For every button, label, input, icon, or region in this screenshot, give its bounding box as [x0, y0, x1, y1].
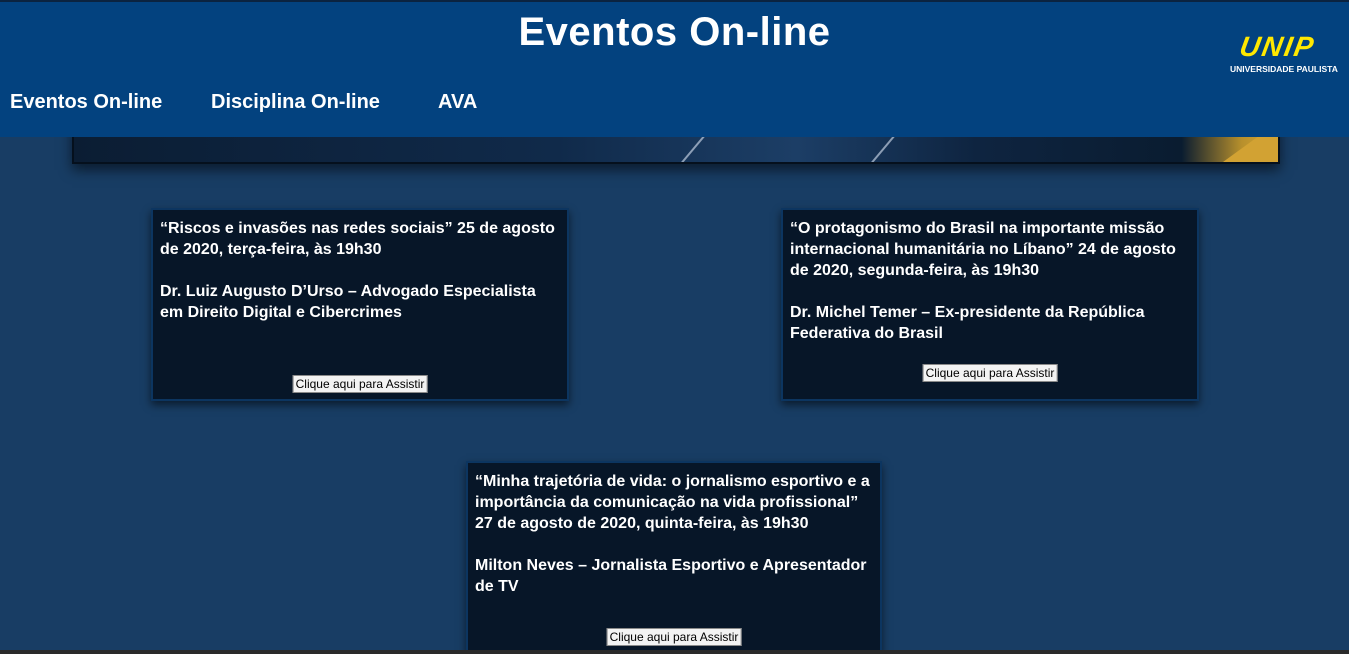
page-title: Eventos On-line: [518, 10, 831, 54]
event-title: “Minha trajetória de vida: o jornalismo …: [475, 473, 870, 532]
nav-link-eventos-online[interactable]: Eventos On-line: [10, 88, 162, 116]
nav-link-disciplina-online[interactable]: Disciplina On-line: [211, 88, 380, 116]
site-header: Eventos On-line Eventos On-line Discipli…: [0, 0, 1349, 137]
event-card: “O protagonismo do Brasil na importante …: [781, 208, 1199, 401]
bottom-edge: [0, 650, 1349, 654]
unip-logo[interactable]: UNIP UNIVERSIDADE PAULISTA: [1230, 31, 1349, 76]
event-speaker: Milton Neves – Jornalista Esportivo e Ap…: [475, 557, 867, 595]
event-card: “Riscos e invasões nas redes sociais” 25…: [151, 208, 569, 401]
watch-button[interactable]: Clique aqui para Assistir: [606, 628, 742, 646]
event-title: “Riscos e invasões nas redes sociais” 25…: [160, 220, 555, 258]
logo-subtitle: UNIVERSIDADE PAULISTA: [1230, 64, 1338, 74]
event-speaker: Dr. Michel Temer – Ex-presidente da Repú…: [790, 304, 1145, 342]
event-speaker: Dr. Luiz Augusto D’Urso – Advogado Espec…: [160, 283, 536, 321]
nav-link-ava[interactable]: AVA: [438, 88, 477, 116]
event-card: “Minha trajetória de vida: o jornalismo …: [466, 461, 882, 654]
watch-button[interactable]: Clique aqui para Assistir: [922, 364, 1058, 382]
watch-button[interactable]: Clique aqui para Assistir: [292, 375, 428, 393]
event-title: “O protagonismo do Brasil na importante …: [790, 220, 1176, 279]
logo-wordmark: UNIP: [1237, 31, 1318, 62]
